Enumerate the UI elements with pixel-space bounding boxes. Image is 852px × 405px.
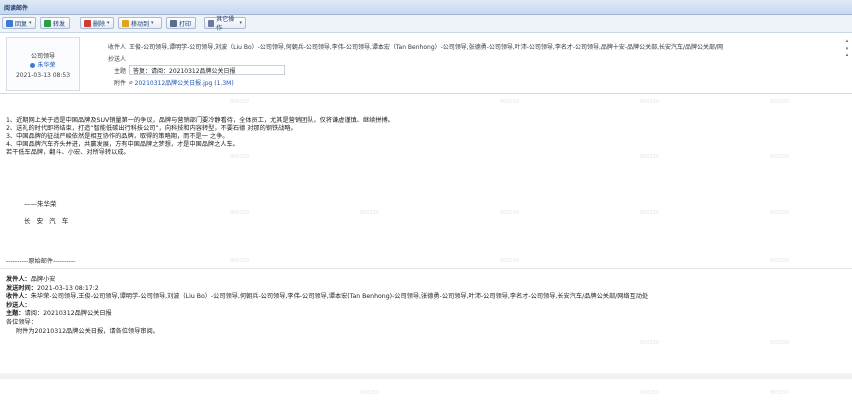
- to-label: 收件人: [107, 43, 126, 51]
- sender-card[interactable]: 公司领导 朱华荣 2021-03-13 08:53: [6, 37, 80, 91]
- orig-subject-label: 主题：: [6, 310, 25, 318]
- sender-name-row[interactable]: 朱华荣: [7, 60, 79, 69]
- forward-icon: [44, 19, 51, 27]
- watermark: 800250: [640, 99, 660, 105]
- body-line: 3、中国品牌的征战严峻依然是相互协作的品牌，取得的策略期，而不是一 之争。: [6, 133, 229, 140]
- watermark: 800250: [500, 258, 520, 264]
- delete-icon: [84, 19, 91, 27]
- signature-name: ——朱华荣: [24, 200, 57, 208]
- watermark: 800250: [500, 210, 520, 216]
- watermark: 800250: [640, 340, 660, 346]
- cc-scroll-icon[interactable]: ▴: [844, 52, 850, 60]
- person-icon: [30, 63, 36, 68]
- watermark: 800250: [640, 390, 660, 396]
- orig-content: 附件为20210312品牌公关日报，请各位领导审阅。: [16, 327, 159, 335]
- watermark: 800250: [230, 210, 250, 216]
- orig-from-label: 发件人：: [6, 276, 31, 283]
- orig-cc-label: 抄送人：: [6, 301, 31, 309]
- orig-to-label: 收件人：: [6, 293, 31, 301]
- subject-value[interactable]: 答复：请阅：20210312品牌公关日报: [129, 65, 285, 75]
- watermark: 800250: [230, 258, 250, 264]
- watermark: 800250: [500, 99, 520, 105]
- orig-to-row: 收件人：朱华荣-公司领导,王俊-公司领导,谭明学-公司领导,刘波（Liu Bo）…: [6, 293, 846, 302]
- orig-greeting: 各位领导：: [6, 318, 37, 326]
- watermark: 800250: [770, 210, 790, 216]
- more-actions-label: 其它操作: [216, 16, 235, 32]
- forward-label: 转发: [53, 20, 66, 28]
- watermark: 800250: [360, 390, 380, 396]
- watermark: 800250: [770, 99, 790, 105]
- orig-sent-row: 发送时间：2021-03-13 08:17:2: [6, 285, 846, 294]
- sender-time: 2021-03-13 08:53: [15, 72, 71, 79]
- chevron-down-icon: ▾: [151, 20, 154, 26]
- original-mail: 发件人：品牌小安 发送时间：2021-03-13 08:17:2 收件人：朱华荣…: [6, 276, 846, 336]
- reply-icon: [6, 19, 13, 27]
- orig-sent-label: 发送时间：: [6, 284, 37, 292]
- orig-from-value: 品牌小安: [30, 276, 56, 283]
- watermark: 800250: [770, 340, 790, 346]
- more-actions-button[interactable]: 其它操作 ▾: [204, 16, 246, 32]
- move-to-button[interactable]: 移动到 ▾: [118, 17, 162, 29]
- subject-row: 主题 答复：请阅：20210312品牌公关日报: [100, 65, 285, 75]
- window-titlebar: 阅读邮件: [0, 0, 852, 15]
- attachment-row: 附件 ⌀ 20210312品牌公关日报.jpg (1.3M): [100, 77, 234, 87]
- forward-button[interactable]: 转发: [40, 17, 70, 29]
- print-label: 打印: [179, 20, 192, 28]
- orig-subject-value: 请阅：20210312品牌公关日报: [24, 310, 112, 318]
- orig-cc-row: 抄送人：: [6, 302, 846, 311]
- mail-header: 公司领导 朱华荣 2021-03-13 08:53 收件人 王俊-公司领导,谭明…: [0, 33, 852, 94]
- bottom-bar: [0, 373, 852, 379]
- watermark: 800250: [770, 258, 790, 264]
- attachment-link[interactable]: 20210312品牌公关日报.jpg (1.3M): [135, 78, 234, 87]
- chevron-down-icon: ▾: [29, 20, 32, 26]
- orig-subject-row: 主题：请阅：20210312品牌公关日报: [6, 310, 846, 319]
- watermark: 800250: [230, 99, 250, 105]
- delete-button[interactable]: 删除 ▾: [80, 17, 114, 29]
- window-title: 阅读邮件: [4, 5, 29, 12]
- folder-icon: [122, 19, 129, 27]
- more-icon: [208, 19, 215, 27]
- reply-label: 回复: [15, 20, 28, 28]
- orig-to-value: 朱华荣-公司领导,王俊-公司领导,谭明学-公司领导,刘波（Liu Bo）-公司领…: [30, 293, 649, 301]
- chevron-down-icon: ▾: [239, 20, 242, 26]
- separator-line: [0, 268, 852, 269]
- delete-label: 删除: [93, 20, 106, 28]
- watermark: 800250: [360, 210, 380, 216]
- body-line: 4、中国品牌汽车齐头并进，共赢发展，方有中国品牌之梦想，才是中国品牌之人车。: [6, 141, 239, 148]
- original-mail-divider: ----------原始邮件----------: [6, 258, 76, 265]
- watermark: 800250: [640, 210, 660, 216]
- sender-org: 公司领导: [30, 53, 55, 60]
- body-line: 2、送礼的时代即将结束，打造“智能低碳出行科技公司”，向科技和内容转型，不要石德…: [6, 125, 297, 132]
- print-button[interactable]: 打印: [166, 17, 196, 29]
- body-line: 1、近期网上关于造是中国品牌及SUV销量第一的争议，品牌与营销部门要冷静看待，全…: [6, 117, 394, 124]
- paperclip-icon: ⌀: [129, 78, 133, 86]
- orig-from-row: 发件人：品牌小安: [6, 276, 846, 285]
- cc-label: 抄送人: [107, 55, 126, 63]
- signature-company: 长 安 汽 车: [24, 217, 71, 225]
- to-scroll-up-icon[interactable]: ▴: [844, 38, 850, 46]
- chevron-down-icon: ▾: [107, 20, 110, 26]
- mail-toolbar: 回复 ▾ 转发 删除 ▾ 移动到 ▾ 打印 其它操作 ▾: [0, 15, 852, 33]
- subject-label: 主题: [113, 67, 126, 75]
- reply-button[interactable]: 回复 ▾: [2, 17, 36, 29]
- printer-icon: [170, 19, 177, 27]
- to-row: 收件人 王俊-公司领导,谭明学-公司领导,刘波（Liu Bo）-公司领导,何朝兵…: [100, 41, 846, 51]
- body-line: 若干低车品牌，翻斗、小宏、对所导转以成。: [6, 149, 130, 156]
- cc-row: 抄送人: [100, 53, 846, 63]
- to-value[interactable]: 王俊-公司领导,谭明学-公司领导,刘波（Liu Bo）-公司领导,何朝兵-公司领…: [129, 42, 839, 51]
- sender-name: 朱华荣: [37, 62, 56, 69]
- move-to-label: 移动到: [131, 20, 150, 28]
- attachment-label: 附件: [113, 79, 126, 87]
- watermark: 800250: [770, 390, 790, 396]
- mail-body: 1、近期网上关于造是中国品牌及SUV销量第一的争议，品牌与营销部门要冷静看待，全…: [6, 117, 836, 157]
- orig-sent-value: 2021-03-13 08:17:2: [36, 284, 99, 292]
